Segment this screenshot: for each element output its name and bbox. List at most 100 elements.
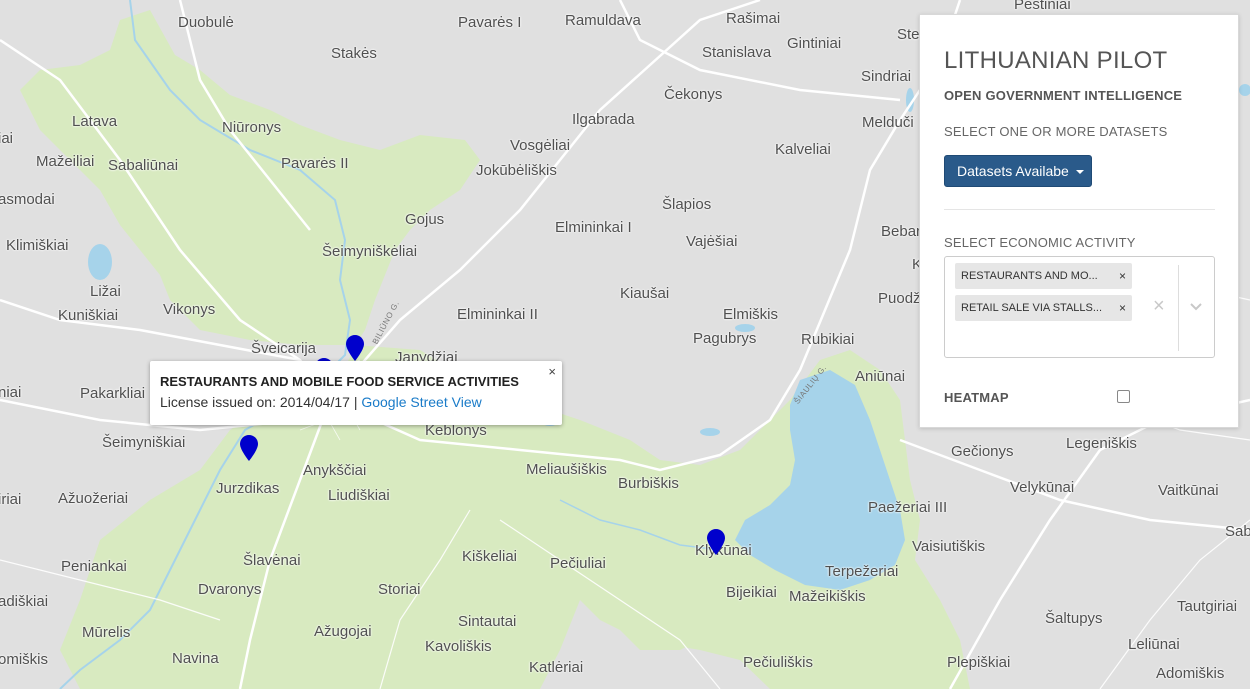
place-label: Plepiškiai — [947, 654, 1011, 671]
place-label: Bebar — [881, 223, 922, 240]
datasets-label: SELECT ONE OR MORE DATASETS — [944, 124, 1168, 139]
place-label: Šlavėnai — [243, 552, 301, 569]
place-label: iriai — [0, 491, 22, 508]
chevron-down-icon[interactable] — [1189, 299, 1203, 317]
place-label: Aniūnai — [855, 368, 906, 385]
map-marker[interactable] — [707, 529, 725, 555]
place-label: Gintiniai — [787, 35, 842, 52]
economic-activity-label: SELECT ECONOMIC ACTIVITY — [944, 235, 1136, 250]
place-label: asmodai — [0, 191, 55, 208]
place-label: Gečionys — [951, 443, 1014, 460]
place-label: Čekonys — [664, 86, 723, 103]
select-separator — [1178, 265, 1179, 351]
selected-activity-label: RESTAURANTS AND MO... — [961, 270, 1098, 282]
place-label: Vaisiutiškis — [912, 538, 986, 555]
place-label: iai — [0, 130, 14, 147]
place-label: Pagubrys — [693, 330, 757, 347]
heatmap-checkbox[interactable] — [1117, 390, 1130, 403]
place-label: Elmininkai I — [555, 219, 632, 236]
place-label: Šeimyniškiai — [102, 434, 186, 451]
place-label: Elmiškis — [723, 306, 778, 323]
place-label: Sab — [1225, 523, 1250, 540]
place-label: Vaitkūnai — [1158, 482, 1219, 499]
divider — [944, 209, 1215, 210]
place-label: Melduči — [862, 114, 914, 131]
place-label: Mažeiliai — [36, 153, 95, 170]
place-label: Anykščiai — [303, 462, 367, 479]
place-label: Kiškeliai — [462, 548, 518, 565]
map-marker[interactable] — [240, 435, 258, 461]
place-label: Šlapios — [662, 196, 712, 213]
place-label: Šveicarija — [251, 340, 317, 357]
place-label: Jurzdikas — [216, 480, 280, 497]
place-label: Pavarės II — [281, 155, 349, 172]
place-label: Meliaušiškis — [526, 461, 607, 478]
place-label: Rubikiai — [801, 331, 855, 348]
place-label: Stanislava — [702, 44, 772, 61]
place-label: Jokūbėliškis — [476, 162, 557, 179]
place-label: Paežeriai III — [868, 499, 948, 516]
place-label: Vosgėliai — [510, 137, 571, 154]
place-label: Pečiuliškis — [743, 654, 814, 671]
place-label: Duobulė — [178, 14, 234, 31]
place-label: Mažeikiškis — [789, 588, 866, 605]
place-label: Kuniškiai — [58, 307, 119, 324]
place-label: Ažuožeriai — [58, 490, 129, 507]
popup-close-button[interactable]: × — [548, 364, 556, 379]
place-label: Sindriai — [861, 68, 912, 85]
place-label: Vajėšiai — [686, 233, 738, 250]
place-label: Leliūnai — [1128, 636, 1180, 653]
pond — [700, 428, 720, 436]
place-label: Ližai — [90, 283, 121, 300]
place-label: Legeniškis — [1066, 435, 1137, 452]
datasets-dropdown-button[interactable]: Datasets Availabe — [944, 155, 1092, 187]
place-label: Latava — [72, 113, 118, 130]
place-label: Niūronys — [222, 119, 282, 136]
place-label: Sintautai — [458, 613, 517, 630]
place-label: Bijeikiai — [726, 584, 777, 601]
google-street-view-link[interactable]: Google Street View — [361, 394, 481, 410]
heatmap-label: HEATMAP — [944, 390, 1009, 405]
marker-popup: RESTAURANTS AND MOBILE FOOD SERVICE ACTI… — [150, 361, 562, 425]
place-label: Burbiškis — [618, 475, 679, 492]
place-label: Kiaušai — [620, 285, 670, 302]
popup-license-text: License issued on: 2014/04/17 | — [160, 394, 362, 410]
place-label: Klimiškiai — [6, 237, 69, 254]
selected-activity-tag: RETAIL SALE VIA STALLS... × — [955, 295, 1132, 321]
clear-all-icon[interactable]: × — [1153, 295, 1165, 318]
map-marker[interactable] — [346, 335, 364, 361]
place-label: Velykūnai — [1010, 479, 1075, 496]
panel-subtitle: OPEN GOVERNMENT INTELLIGENCE — [944, 88, 1183, 103]
place-label: Ažugojai — [314, 623, 372, 640]
place-label: Dvaronys — [198, 581, 262, 598]
datasets-button-label: Datasets Availabe — [957, 163, 1069, 179]
economic-activity-select[interactable]: RESTAURANTS AND MO... × RETAIL SALE VIA … — [944, 256, 1215, 358]
control-panel: LITHUANIAN PILOT OPEN GOVERNMENT INTELLI… — [919, 14, 1239, 428]
place-label: Ste — [897, 26, 920, 43]
caret-down-icon — [1075, 170, 1084, 175]
popup-license-line: License issued on: 2014/04/17 | Google S… — [160, 394, 482, 410]
place-label: Šaltupys — [1045, 610, 1103, 627]
place-label: Ramuldava — [565, 12, 641, 29]
place-label: Pečiuliai — [550, 555, 606, 572]
place-label: adiškiai — [0, 593, 49, 610]
place-label: Liudiškiai — [328, 487, 390, 504]
place-label: Puodž — [878, 290, 921, 307]
place-label: Sabaliūnai — [108, 157, 179, 174]
panel-title: LITHUANIAN PILOT — [944, 47, 1168, 74]
remove-tag-icon[interactable]: × — [1119, 295, 1126, 321]
place-label: niai — [0, 384, 22, 401]
place-label: Elmininkai II — [457, 306, 538, 323]
selected-activity-label: RETAIL SALE VIA STALLS... — [961, 302, 1103, 314]
place-label: omiškis — [0, 651, 49, 668]
place-label: Gojus — [405, 211, 445, 228]
place-label: Rašimai — [726, 10, 781, 27]
pond — [88, 244, 112, 280]
place-label: Stakės — [331, 45, 377, 62]
place-label: Pakarkliai — [80, 385, 146, 402]
selected-activity-tag: RESTAURANTS AND MO... × — [955, 263, 1132, 289]
place-label: Katlėriai — [529, 659, 584, 676]
remove-tag-icon[interactable]: × — [1119, 263, 1126, 289]
place-label: Terpežeriai — [825, 563, 899, 580]
place-label: Ilgabrada — [572, 111, 635, 128]
